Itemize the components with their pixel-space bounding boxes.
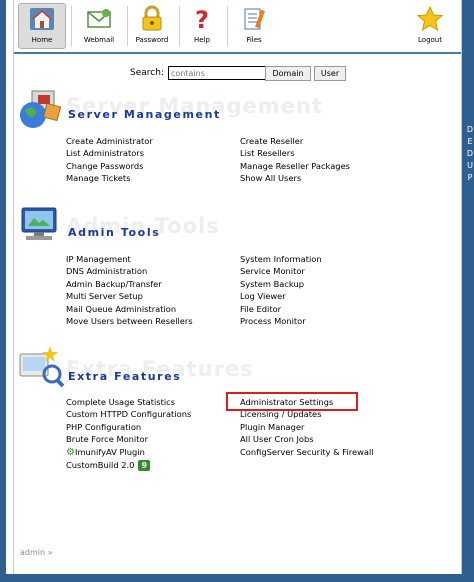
link-admin-backup-transfer[interactable]: Admin Backup/Transfer (66, 278, 193, 290)
link-plugin-manager[interactable]: Plugin Manager (240, 421, 374, 433)
link-move-users-between-resellers[interactable]: Move Users between Resellers (66, 315, 193, 327)
link-custom-httpd-configurations[interactable]: Custom HTTPD Configurations (66, 408, 191, 420)
toolbar-label: Webmail (83, 36, 115, 44)
section-title: Admin Tools (68, 226, 161, 239)
toolbar-home-button[interactable]: Home (18, 3, 66, 49)
side-letter: U (467, 161, 473, 170)
server-right-links: Create Reseller List Resellers Manage Re… (240, 135, 350, 185)
search-user-button[interactable]: User (314, 66, 346, 81)
toolbar: Home Webmail Password ? Help Files Logou… (14, 0, 461, 54)
server-management-icon (20, 90, 62, 128)
toolbar-logout-button[interactable]: Logout (408, 4, 452, 50)
link-change-passwords[interactable]: Change Passwords (66, 160, 153, 172)
breadcrumb-separator: » (47, 548, 53, 557)
link-label: ImunifyAV Plugin (75, 446, 145, 457)
link-complete-usage-statistics[interactable]: Complete Usage Statistics (66, 396, 191, 408)
link-mail-queue-administration[interactable]: Mail Queue Administration (66, 303, 193, 315)
admin-tools-icon (21, 207, 57, 240)
custombuild-badge: 9 (138, 460, 151, 472)
link-list-resellers[interactable]: List Resellers (240, 147, 350, 159)
link-ip-management[interactable]: IP Management (66, 253, 193, 265)
extra-features-icon (19, 346, 65, 388)
link-manage-tickets[interactable]: Manage Tickets (66, 172, 153, 184)
toolbar-label: Logout (418, 36, 442, 44)
link-brute-force-monitor[interactable]: Brute Force Monitor (66, 433, 191, 445)
link-list-administrators[interactable]: List Administrators (66, 147, 153, 159)
breadcrumb: admin » (20, 548, 53, 557)
toolbar-label: Files (246, 36, 262, 44)
link-php-configuration[interactable]: PHP Configuration (66, 421, 191, 433)
house-icon (30, 8, 54, 30)
toolbar-divider (71, 6, 72, 46)
toolbar-files-button[interactable]: Files (232, 4, 276, 50)
toolbar-divider (227, 6, 228, 46)
toolbar-password-button[interactable]: Password (130, 4, 174, 50)
window-frame-right (460, 0, 474, 582)
main-panel: Home Webmail Password ? Help Files Logou… (13, 0, 462, 574)
server-management-section: Server Management Server Management Crea… (14, 86, 461, 190)
link-manage-reseller-packages[interactable]: Manage Reseller Packages (240, 160, 350, 172)
link-system-backup[interactable]: System Backup (240, 278, 322, 290)
toolbar-divider (127, 6, 128, 46)
link-dns-administration[interactable]: DNS Administration (66, 265, 193, 277)
side-letter: D (466, 149, 474, 158)
search-input[interactable] (168, 66, 266, 80)
svg-text:?: ? (195, 6, 209, 34)
search-domain-button[interactable]: Domain (265, 66, 311, 81)
admin-left-links: IP Management DNS Administration Admin B… (66, 253, 193, 327)
section-title: Extra Features (68, 370, 182, 383)
link-multi-server-setup[interactable]: Multi Server Setup (66, 290, 193, 302)
gear-icon: ⚙ (66, 446, 75, 458)
link-custombuild[interactable]: CustomBuild 2.0 9 (66, 459, 191, 472)
toolbar-label: Password (135, 36, 169, 44)
search-label: Search: (130, 68, 164, 78)
extra-left-links: Complete Usage Statistics Custom HTTPD C… (66, 396, 191, 472)
side-letters: D E D U P (466, 124, 474, 184)
files-icon (244, 8, 265, 30)
section-title: Server Management (68, 108, 221, 121)
link-process-monitor[interactable]: Process Monitor (240, 315, 322, 327)
link-service-monitor[interactable]: Service Monitor (240, 265, 322, 277)
toolbar-webmail-button[interactable]: Webmail (74, 4, 124, 50)
help-icon: ? (195, 6, 209, 34)
link-create-administrator[interactable]: Create Administrator (66, 135, 153, 147)
link-configserver-security-firewall[interactable]: ConfigServer Security & Firewall (240, 446, 374, 458)
link-label: CustomBuild 2.0 (66, 460, 135, 471)
side-letter: P (467, 173, 473, 182)
server-left-links: Create Administrator List Administrators… (66, 135, 153, 185)
toolbar-label: Home (31, 36, 53, 44)
link-imunifyav-plugin[interactable]: ⚙ImunifyAV Plugin (66, 446, 191, 458)
admin-tools-section: Admin Tools Admin Tools IP Management DN… (14, 204, 461, 332)
star-icon (416, 5, 444, 32)
toolbar-divider (179, 6, 180, 46)
toolbar-label: Help (194, 36, 210, 44)
window-frame-gap (6, 0, 13, 574)
toolbar-help-button[interactable]: ? Help (182, 4, 222, 50)
extra-features-section: Extra Features Extra Features Complete U… (14, 344, 461, 474)
side-letter: E (467, 137, 473, 146)
link-system-information[interactable]: System Information (240, 253, 322, 265)
link-log-viewer[interactable]: Log Viewer (240, 290, 322, 302)
mail-icon (87, 9, 111, 28)
link-show-all-users[interactable]: Show All Users (240, 172, 350, 184)
link-create-reseller[interactable]: Create Reseller (240, 135, 350, 147)
search-row: Search: Domain User (14, 66, 461, 82)
link-all-user-cron-jobs[interactable]: All User Cron Jobs (240, 433, 374, 445)
lock-icon (142, 5, 162, 31)
breadcrumb-item-admin[interactable]: admin (20, 548, 45, 557)
highlight-box (226, 392, 358, 411)
window-frame-bottom (0, 574, 474, 582)
link-file-editor[interactable]: File Editor (240, 303, 322, 315)
admin-right-links: System Information Service Monitor Syste… (240, 253, 322, 327)
side-letter: D (466, 125, 474, 134)
